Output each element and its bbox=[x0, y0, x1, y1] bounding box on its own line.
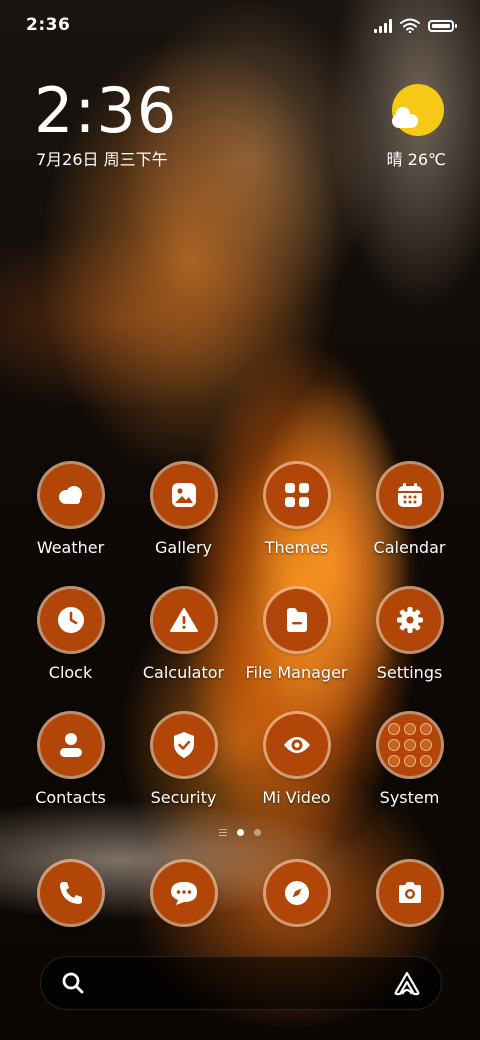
phone-icon[interactable] bbox=[39, 862, 102, 924]
assistant-icon[interactable] bbox=[393, 970, 421, 996]
menu-lines-icon[interactable] bbox=[219, 829, 227, 836]
weather-widget[interactable]: 晴 26℃ bbox=[356, 84, 446, 174]
app-calendar[interactable]: Calendar bbox=[353, 464, 466, 589]
system-folder-icon[interactable] bbox=[378, 714, 441, 776]
app-label: Themes bbox=[264, 538, 329, 557]
security-icon[interactable] bbox=[152, 714, 215, 776]
clock-icon[interactable] bbox=[39, 589, 102, 651]
app-label: Weather bbox=[36, 538, 105, 557]
app-weather[interactable]: Weather bbox=[14, 464, 127, 589]
app-file-manager[interactable]: File Manager bbox=[240, 589, 353, 714]
app-label: Contacts bbox=[35, 788, 106, 807]
app-calculator[interactable]: Calculator bbox=[127, 589, 240, 714]
status-bar: 2:36 bbox=[26, 14, 457, 38]
messages-icon[interactable] bbox=[152, 862, 215, 924]
file-manager-icon[interactable] bbox=[265, 589, 328, 651]
dock-phone[interactable] bbox=[14, 862, 127, 926]
mi-video-icon[interactable] bbox=[265, 714, 328, 776]
contacts-icon[interactable] bbox=[39, 714, 102, 776]
calculator-icon[interactable] bbox=[152, 589, 215, 651]
app-label: Calendar bbox=[373, 538, 446, 557]
weather-widget-text: 晴 26℃ bbox=[386, 150, 446, 169]
clock-widget-date[interactable]: 7月26日 周三下午 bbox=[36, 146, 168, 170]
app-themes[interactable]: Themes bbox=[240, 464, 353, 589]
app-label: Clock bbox=[48, 663, 93, 682]
page-indicator[interactable] bbox=[0, 829, 480, 836]
themes-icon[interactable] bbox=[265, 464, 328, 526]
app-system-folder[interactable]: System bbox=[353, 714, 466, 839]
app-label: File Manager bbox=[245, 663, 348, 682]
app-gallery[interactable]: Gallery bbox=[127, 464, 240, 589]
app-settings[interactable]: Settings bbox=[353, 589, 466, 714]
status-time: 2:36 bbox=[26, 15, 71, 35]
gallery-icon[interactable] bbox=[152, 464, 215, 526]
app-contacts[interactable]: Contacts bbox=[14, 714, 127, 839]
clock-widget-time[interactable]: 2:36 bbox=[34, 78, 177, 144]
browser-icon[interactable] bbox=[265, 862, 328, 924]
dock bbox=[14, 862, 466, 926]
signal-icon bbox=[374, 18, 392, 33]
settings-icon[interactable] bbox=[378, 589, 441, 651]
app-label: Security bbox=[150, 788, 217, 807]
app-grid: Weather Gallery Themes Calendar Clock Ca… bbox=[14, 464, 466, 839]
wifi-icon bbox=[400, 18, 420, 33]
app-label: Calculator bbox=[142, 663, 225, 682]
calendar-icon[interactable] bbox=[378, 464, 441, 526]
dock-messages[interactable] bbox=[127, 862, 240, 926]
dock-browser[interactable] bbox=[240, 862, 353, 926]
app-label: Mi Video bbox=[262, 788, 331, 807]
app-label: Settings bbox=[376, 663, 443, 682]
app-security[interactable]: Security bbox=[127, 714, 240, 839]
app-label: Gallery bbox=[155, 538, 212, 557]
app-label: System bbox=[379, 788, 440, 807]
cloud-icon bbox=[392, 107, 418, 128]
app-mi-video[interactable]: Mi Video bbox=[240, 714, 353, 839]
weather-icon[interactable] bbox=[39, 464, 102, 526]
page-dot[interactable] bbox=[254, 829, 261, 836]
search-bar[interactable] bbox=[40, 956, 442, 1010]
page-dot-active[interactable] bbox=[237, 829, 244, 836]
battery-icon bbox=[428, 19, 457, 32]
search-icon[interactable] bbox=[61, 971, 85, 995]
app-clock[interactable]: Clock bbox=[14, 589, 127, 714]
dock-camera[interactable] bbox=[353, 862, 466, 926]
camera-icon[interactable] bbox=[378, 862, 441, 924]
status-icons bbox=[374, 18, 457, 33]
